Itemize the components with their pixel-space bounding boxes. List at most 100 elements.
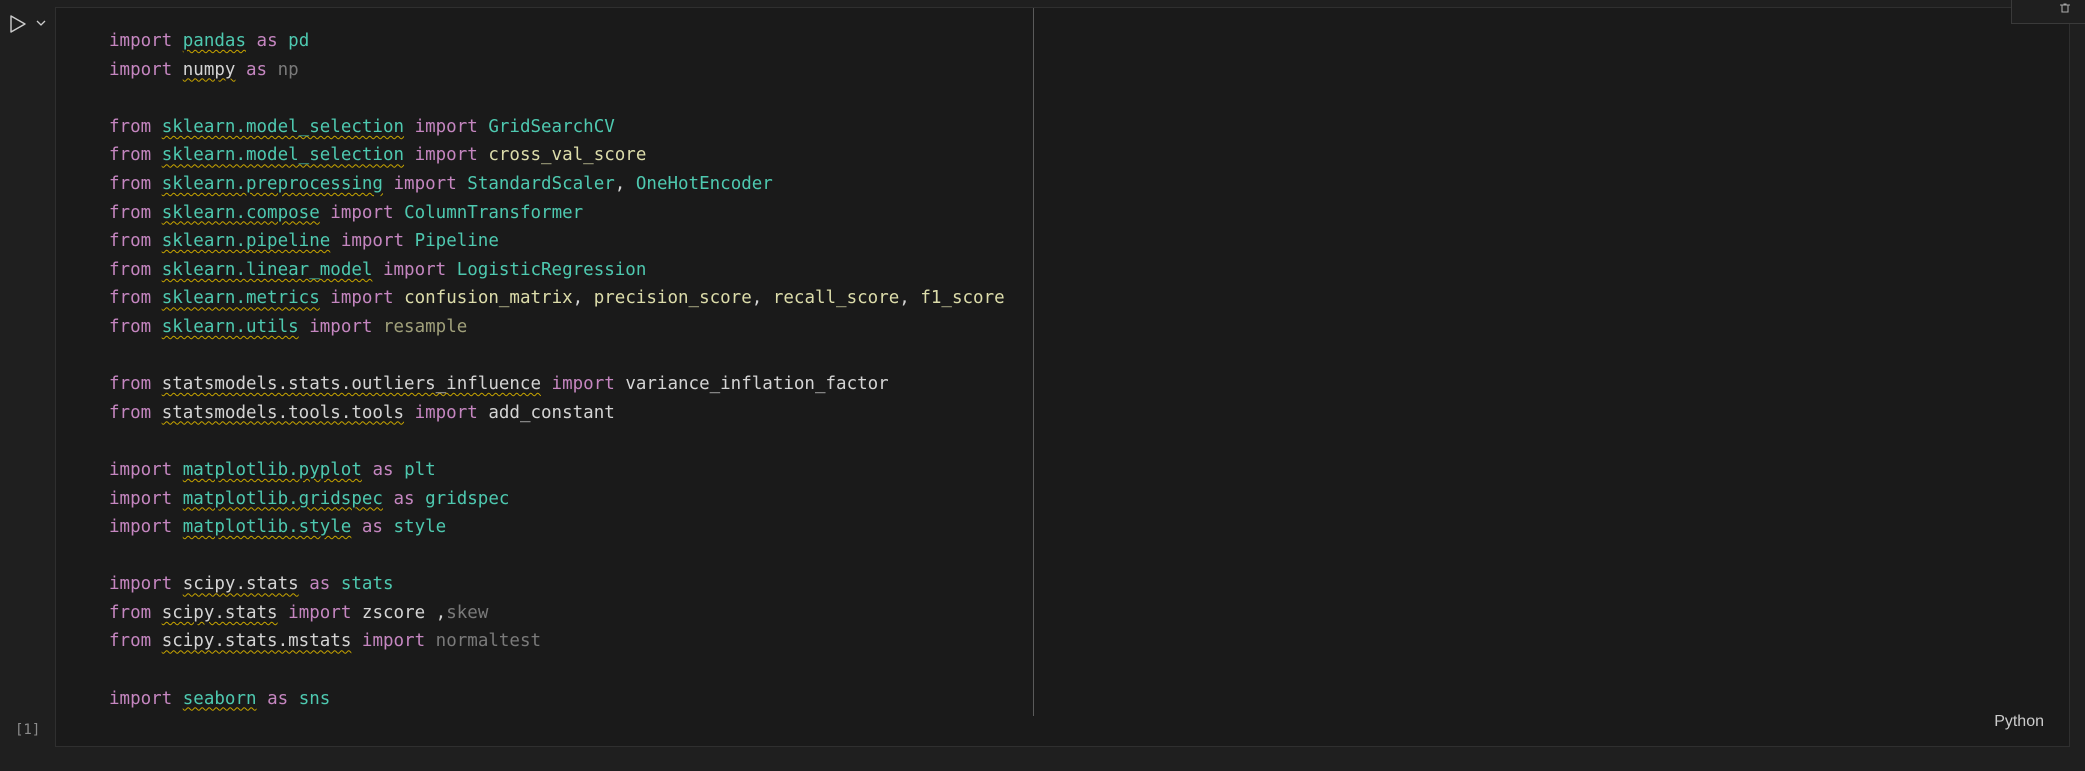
code-token-warning: sklearn.model_selection — [161, 145, 405, 166]
code-token-warning: statsmodels.stats.outliers_influence — [161, 374, 541, 395]
run-cell-button[interactable] — [8, 14, 28, 34]
chevron-down-icon — [36, 20, 46, 26]
code-token: np — [277, 59, 299, 80]
code-token: import — [109, 688, 173, 709]
code-token: from — [109, 316, 152, 337]
code-token-warning: matplotlib.style — [182, 517, 352, 538]
code-line: from scipy.stats import zscore ,skew — [109, 599, 1005, 628]
code-token: as — [372, 459, 394, 480]
code-token: ColumnTransformer — [404, 202, 584, 223]
code-token: sns — [298, 688, 331, 709]
language-picker[interactable]: Python — [1994, 713, 2044, 731]
code-token: skew — [446, 602, 489, 623]
code-token: precision_score — [593, 288, 752, 309]
code-line: from scipy.stats.mstats import normaltes… — [109, 627, 1005, 656]
code-token: import — [109, 574, 173, 595]
code-token: from — [109, 374, 152, 395]
delete-icon[interactable] — [2058, 3, 2072, 13]
code-line: from statsmodels.tools.tools import add_… — [109, 399, 1005, 428]
code-line: import seaborn as sns — [109, 685, 1005, 714]
code-token: import — [340, 231, 405, 252]
code-token: as — [393, 488, 415, 509]
code-token: OneHotEncoder — [635, 173, 773, 194]
code-line: from statsmodels.stats.outliers_influenc… — [109, 370, 1005, 399]
code-token: gridspec — [425, 488, 510, 509]
code-line: from sklearn.metrics import confusion_ma… — [109, 284, 1005, 313]
code-line: from sklearn.preprocessing import Standa… — [109, 170, 1005, 199]
cell-toolbar — [2011, 0, 2085, 24]
code-token: pd — [288, 31, 310, 51]
code-token: , — [751, 288, 773, 309]
code-token: style — [393, 517, 447, 538]
code-token: as — [256, 31, 278, 51]
code-token: import — [414, 402, 478, 423]
code-token: stats — [340, 574, 394, 595]
code-token: import — [330, 202, 394, 223]
code-token: , — [899, 288, 921, 309]
code-token: from — [109, 202, 152, 223]
code-editor[interactable]: import pandas as pd import numpy as np fr… — [109, 27, 1005, 713]
code-line: from sklearn.utils import resample — [109, 313, 1005, 342]
code-line: import matplotlib.style as style — [109, 513, 1005, 542]
code-token-warning: sklearn.pipeline — [161, 231, 331, 252]
code-token: as — [267, 688, 289, 709]
code-line: import scipy.stats as stats — [109, 570, 1005, 599]
code-line: from sklearn.linear_model import Logisti… — [109, 256, 1005, 285]
code-token-warning: matplotlib.pyplot — [182, 459, 362, 480]
code-token: import — [288, 602, 352, 623]
code-token-warning: scipy.stats — [182, 574, 299, 595]
code-token: variance_inflation_factor — [625, 374, 889, 395]
code-cell[interactable]: import pandas as pd import numpy as np fr… — [55, 0, 2085, 747]
execution-count: [1] — [15, 722, 41, 738]
run-options-button[interactable] — [34, 15, 48, 31]
code-token: from — [109, 402, 152, 423]
code-token: import — [109, 517, 173, 538]
cell-gutter: [1] — [0, 0, 55, 771]
code-line: import pandas as pd — [109, 27, 1005, 56]
code-token: import — [330, 288, 394, 309]
code-token: add_constant — [488, 402, 615, 423]
code-token: , — [572, 288, 594, 309]
